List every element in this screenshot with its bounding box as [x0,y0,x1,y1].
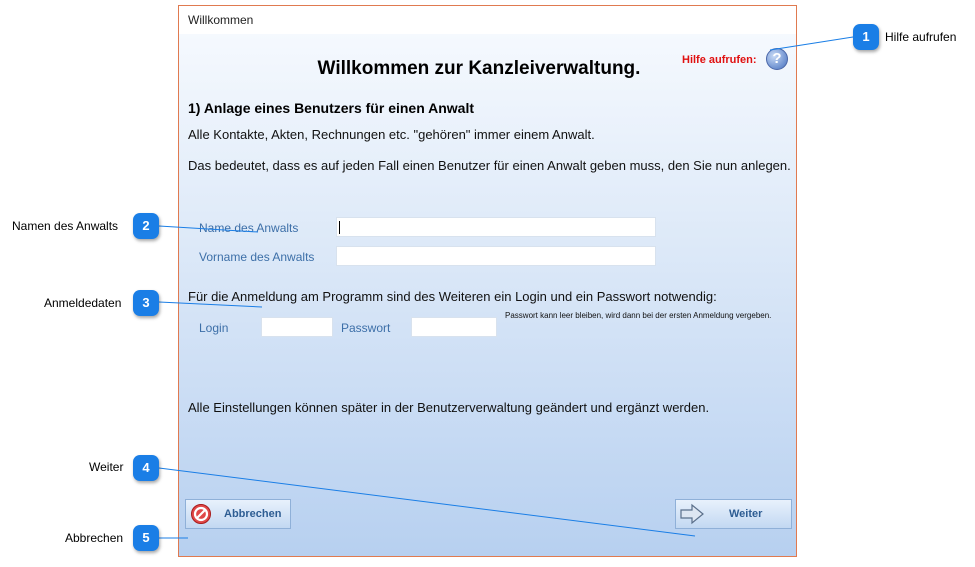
login-label: Login [199,321,229,335]
callout-label-5: Abbrechen [65,531,124,545]
callout-label-3: Anmeldedaten [44,296,122,310]
help-label: Hilfe aufrufen: [682,54,757,66]
login-intro-text: Für die Anmeldung am Programm sind des W… [188,289,717,304]
callout-badge-5: 5 [133,525,159,551]
name-label: Name des Anwalts [199,221,299,235]
text-caret [339,221,340,234]
help-question-icon[interactable]: ? [766,48,788,70]
intro-text-2: Das bedeutet, dass es auf jeden Fall ein… [188,158,791,173]
password-note: Passwort kann leer bleiben, wird dann be… [505,311,772,320]
dialog-content: Willkommen zur Kanzleiverwaltung. Hilfe … [179,34,796,556]
callout-label-4: Weiter [89,460,124,474]
callout-badge-4: 4 [133,455,159,481]
login-input[interactable] [261,317,333,337]
section-heading: 1) Anlage eines Benutzers für einen Anwa… [188,100,475,116]
window-title: Willkommen [179,6,796,34]
welcome-dialog: Willkommen Willkommen zur Kanzleiverwalt… [178,5,797,557]
password-label: Passwort [341,321,391,335]
password-input[interactable] [411,317,497,337]
footer-text: Alle Einstellungen können später in der … [188,400,710,415]
firstname-input[interactable] [336,246,656,266]
arrow-right-icon [679,503,705,528]
callout-label-1: Hilfe aufrufen [885,30,957,44]
callout-badge-1: 1 [853,24,879,50]
no-entry-icon [190,503,212,528]
next-button-label: Weiter [729,508,763,520]
cancel-button-label: Abbrechen [224,508,282,520]
firstname-label: Vorname des Anwalts [199,250,315,264]
callout-badge-2: 2 [133,213,159,239]
cancel-button[interactable]: Abbrechen [185,499,291,529]
intro-text-1: Alle Kontakte, Akten, Rechnungen etc. "g… [188,127,595,142]
callout-label-2: Namen des Anwalts [12,219,119,233]
name-input[interactable] [336,217,656,237]
next-button[interactable]: Weiter [675,499,792,529]
callout-badge-3: 3 [133,290,159,316]
